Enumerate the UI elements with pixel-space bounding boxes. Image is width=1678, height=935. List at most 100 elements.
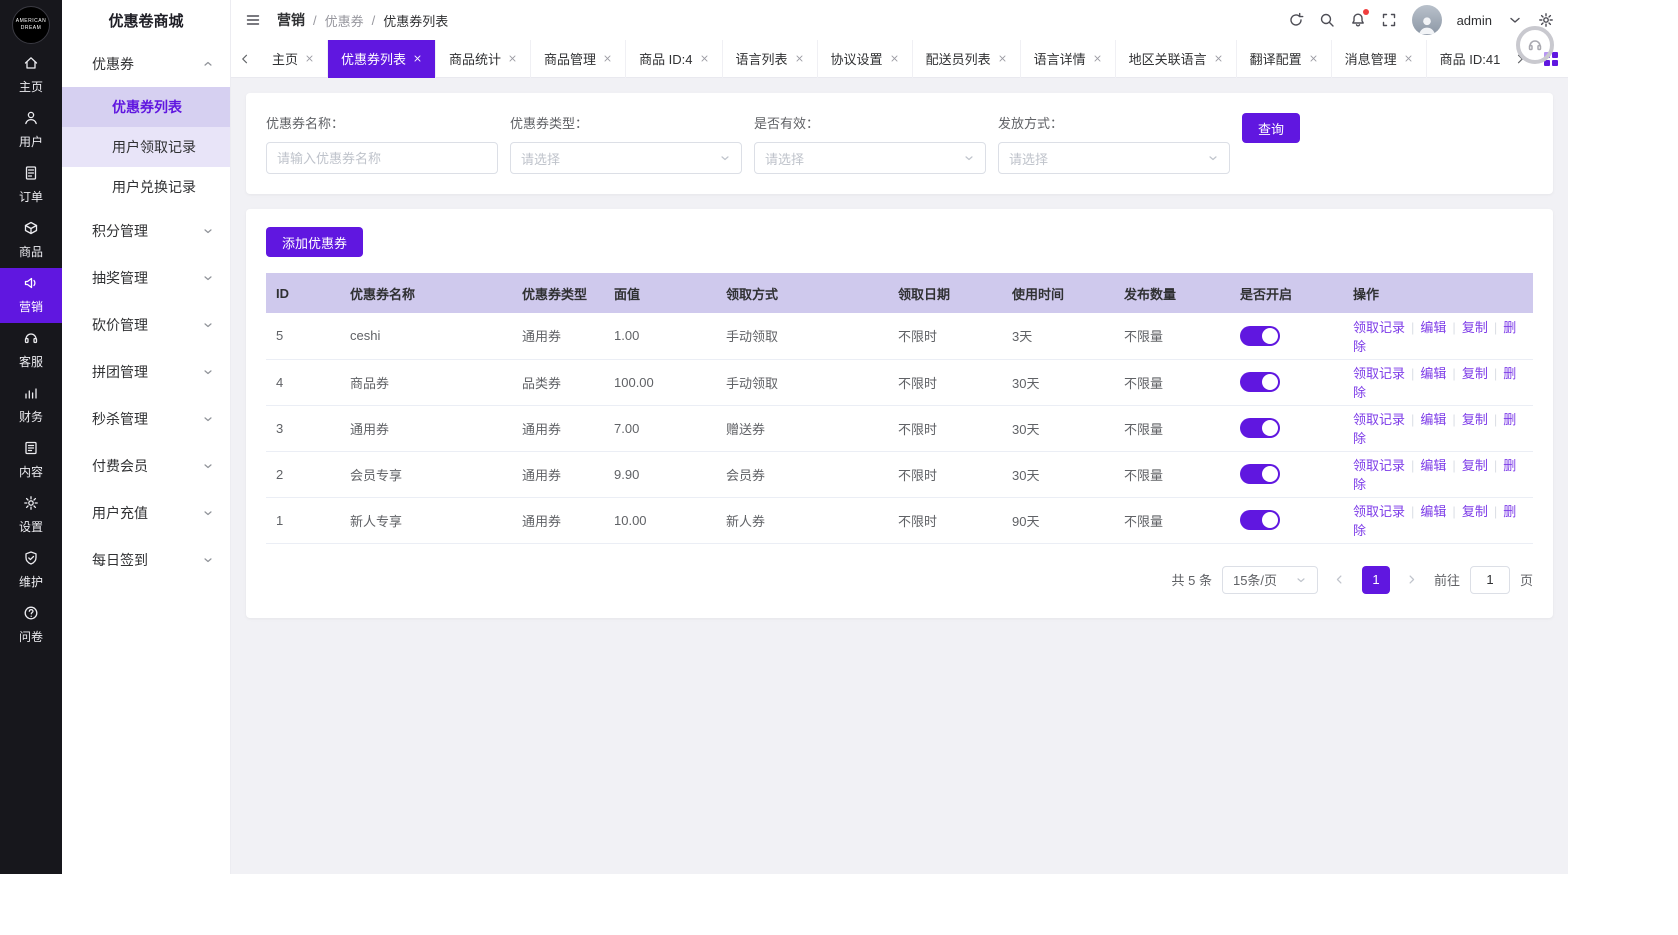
close-icon[interactable] <box>305 54 314 63</box>
sidebar-item-coupon-list[interactable]: 优惠券列表 <box>62 87 230 127</box>
tabs-scroll-left-icon[interactable] <box>231 40 259 78</box>
method-select[interactable]: 请选择 <box>998 142 1230 174</box>
sidebar-item-coupon[interactable]: 优惠券 <box>62 40 230 87</box>
sidebar-item-flashsale[interactable]: 秒杀管理 <box>62 395 230 442</box>
rail-item-home[interactable]: 主页 <box>0 48 62 103</box>
claim-records-link[interactable]: 领取记录 <box>1353 504 1405 519</box>
tab-home[interactable]: 主页 <box>259 39 329 78</box>
sidebar-item-redeem-records[interactable]: 用户兑换记录 <box>62 167 230 207</box>
coupon-name-input[interactable] <box>266 142 498 174</box>
hamburger-icon[interactable] <box>245 12 261 28</box>
close-icon[interactable] <box>998 54 1007 63</box>
enable-toggle[interactable] <box>1240 510 1280 530</box>
edit-link[interactable]: 编辑 <box>1420 458 1446 473</box>
enable-toggle[interactable] <box>1240 372 1280 392</box>
sidebar-item-paid-member[interactable]: 付费会员 <box>62 442 230 489</box>
tab-goods-manage[interactable]: 商品管理 <box>531 39 627 78</box>
sidebar-item-points[interactable]: 积分管理 <box>62 207 230 254</box>
settings-gear-icon[interactable] <box>1538 12 1554 28</box>
floating-assist-ball[interactable] <box>1516 26 1554 64</box>
close-icon[interactable] <box>603 54 612 63</box>
claim-records-link[interactable]: 领取记录 <box>1353 320 1405 335</box>
rail-item-settings[interactable]: 设置 <box>0 488 62 543</box>
close-icon[interactable] <box>1404 54 1413 63</box>
rail-item-survey[interactable]: 问卷 <box>0 598 62 653</box>
copy-link[interactable]: 复制 <box>1462 412 1488 427</box>
claim-records-link[interactable]: 领取记录 <box>1353 458 1405 473</box>
goto-page-input[interactable] <box>1469 565 1510 594</box>
rail-item-users[interactable]: 用户 <box>0 103 62 158</box>
search-icon[interactable] <box>1319 12 1335 28</box>
avatar[interactable] <box>1411 5 1442 35</box>
sidebar-item-claim-records[interactable]: 用户领取记录 <box>62 127 230 167</box>
sidebar-item-lottery[interactable]: 抽奖管理 <box>62 254 230 301</box>
sidebar-item-groupbuy[interactable]: 拼团管理 <box>62 348 230 395</box>
enable-toggle[interactable] <box>1240 325 1280 346</box>
close-icon[interactable] <box>700 54 709 63</box>
copy-link[interactable]: 复制 <box>1462 320 1488 335</box>
refresh-icon[interactable] <box>1288 12 1304 28</box>
close-icon[interactable] <box>795 54 804 63</box>
sidebar-item-label: 用户领取记录 <box>112 139 196 155</box>
close-icon[interactable] <box>890 54 899 63</box>
rail-item-marketing[interactable]: 营销 <box>0 268 62 323</box>
rail-item-maintenance[interactable]: 维护 <box>0 543 62 598</box>
rail-item-finance[interactable]: 财务 <box>0 378 62 433</box>
valid-select[interactable]: 请选择 <box>754 142 986 174</box>
copy-link[interactable]: 复制 <box>1462 366 1488 381</box>
cell-value: 100.00 <box>604 359 716 406</box>
table-header-row: ID 优惠券名称 优惠券类型 面值 领取方式 领取日期 使用时间 发布数量 是否… <box>266 273 1533 313</box>
fullscreen-icon[interactable] <box>1381 12 1397 28</box>
tab-goods-id-41[interactable]: 商品 ID:41 <box>1427 40 1506 78</box>
tab-protocol-settings[interactable]: 协议设置 <box>818 39 913 78</box>
breadcrumb-root[interactable]: 营销 <box>277 10 305 30</box>
home-icon <box>23 55 39 74</box>
page-number-1[interactable]: 1 <box>1361 565 1390 594</box>
sidebar-item-bargain[interactable]: 砍价管理 <box>62 301 230 348</box>
edit-link[interactable]: 编辑 <box>1420 412 1446 427</box>
coupon-type-select[interactable]: 请选择 <box>510 142 742 174</box>
rail-item-service[interactable]: 客服 <box>0 323 62 378</box>
rail-item-orders[interactable]: 订单 <box>0 158 62 213</box>
close-icon[interactable] <box>413 54 422 63</box>
tab-message-manage[interactable]: 消息管理 <box>1332 39 1427 78</box>
claim-records-link[interactable]: 领取记录 <box>1353 366 1405 381</box>
username[interactable]: admin <box>1457 13 1492 28</box>
close-icon[interactable] <box>1093 54 1102 63</box>
search-button[interactable]: 查询 <box>1242 113 1301 143</box>
close-icon[interactable] <box>508 54 517 63</box>
breadcrumb-mid[interactable]: 优惠券 <box>325 11 364 30</box>
close-icon[interactable] <box>1309 54 1318 63</box>
chevron-down-icon[interactable] <box>1507 12 1523 28</box>
tab-language-list[interactable]: 语言列表 <box>723 39 818 78</box>
rail-item-goods[interactable]: 商品 <box>0 213 62 268</box>
tab-goods-id-4[interactable]: 商品 ID:4 <box>626 39 723 78</box>
sidebar-item-checkin[interactable]: 每日签到 <box>62 536 230 583</box>
tab-goods-stats[interactable]: 商品统计 <box>436 39 532 78</box>
tab-language-detail[interactable]: 语言详情 <box>1021 39 1116 78</box>
rail-item-label: 营销 <box>18 300 43 314</box>
next-page-icon[interactable] <box>1400 566 1424 594</box>
claim-records-link[interactable]: 领取记录 <box>1353 412 1405 427</box>
enable-toggle[interactable] <box>1240 464 1280 484</box>
tab-region-language[interactable]: 地区关联语言 <box>1116 39 1237 78</box>
edit-link[interactable]: 编辑 <box>1420 504 1446 519</box>
tab-courier-list[interactable]: 配送员列表 <box>913 39 1021 78</box>
copy-link[interactable]: 复制 <box>1462 504 1488 519</box>
edit-link[interactable]: 编辑 <box>1420 366 1446 381</box>
enable-toggle[interactable] <box>1240 418 1280 438</box>
add-coupon-button[interactable]: 添加优惠券 <box>266 227 364 257</box>
edit-link[interactable]: 编辑 <box>1420 320 1446 335</box>
prev-page-icon[interactable] <box>1328 566 1352 594</box>
page-size-select[interactable]: 15条/页 <box>1221 565 1318 594</box>
chevron-down-icon <box>204 228 212 233</box>
rail-item-content[interactable]: 内容 <box>0 433 62 488</box>
close-icon[interactable] <box>1214 54 1223 63</box>
sidebar-item-recharge[interactable]: 用户充值 <box>62 489 230 536</box>
cell-id: 5 <box>266 313 340 360</box>
tab-coupon-list[interactable]: 优惠券列表 <box>328 39 437 78</box>
copy-link[interactable]: 复制 <box>1462 458 1488 473</box>
tab-translate-config[interactable]: 翻译配置 <box>1237 39 1332 78</box>
notification-bell-icon[interactable] <box>1350 9 1369 28</box>
chevron-down-icon <box>965 156 973 161</box>
